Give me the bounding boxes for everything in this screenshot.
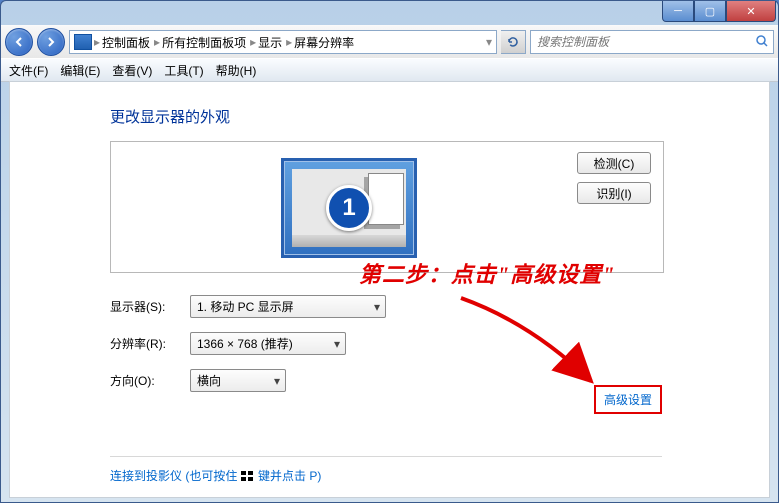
chevron-right-icon: ▸ (154, 35, 160, 49)
monitor-number-badge: 1 (326, 185, 372, 231)
chevron-right-icon: ▸ (94, 35, 100, 49)
window-thumbnail-icon (368, 173, 404, 225)
resolution-select[interactable]: 1366 × 768 (推荐) (190, 332, 346, 355)
detect-button[interactable]: 检测(C) (577, 152, 651, 174)
breadcrumb-item[interactable]: 控制面板 (102, 34, 150, 51)
arrow-right-icon (45, 36, 57, 48)
windows-logo-icon (241, 471, 255, 483)
divider (110, 456, 662, 457)
content-area: 更改显示器的外观 1 检测(C) 识别(I) 显示器(S): 1. 移动 PC … (9, 81, 770, 498)
search-box[interactable] (530, 30, 774, 54)
nav-back-button[interactable] (5, 28, 33, 56)
refresh-button[interactable] (501, 30, 526, 54)
display-label: 显示器(S): (110, 298, 190, 315)
breadcrumb-item[interactable]: 所有控制面板项 (162, 34, 246, 51)
minimize-button[interactable]: ─ (662, 1, 694, 22)
resolution-value: 1366 × 768 (推荐) (197, 335, 293, 352)
chevron-right-icon: ▸ (286, 35, 292, 49)
breadcrumb-item[interactable]: 显示 (258, 34, 282, 51)
window-titlebar: ─ ▢ ✕ (1, 1, 778, 25)
menu-tools[interactable]: 工具(T) (164, 62, 203, 79)
menu-view[interactable]: 查看(V) (112, 62, 152, 79)
search-icon[interactable] (755, 34, 769, 51)
zoom-text-link[interactable]: 放大或缩小文本和其他项目 (110, 496, 769, 498)
maximize-button[interactable]: ▢ (694, 1, 726, 22)
identify-button[interactable]: 识别(I) (577, 182, 651, 204)
advanced-settings-link[interactable]: 高级设置 (594, 385, 662, 414)
address-bar[interactable]: ▸ 控制面板▸ 所有控制面板项▸ 显示▸ 屏幕分辨率 ▾ (69, 30, 497, 54)
menu-edit[interactable]: 编辑(E) (60, 62, 100, 79)
menu-help[interactable]: 帮助(H) (216, 62, 257, 79)
menu-file[interactable]: 文件(F) (9, 62, 48, 79)
breadcrumb-item[interactable]: 屏幕分辨率 (294, 34, 354, 51)
chevron-down-icon[interactable]: ▾ (486, 35, 492, 49)
monitor-preview[interactable]: 1 (281, 158, 417, 258)
control-panel-icon (74, 34, 92, 50)
projector-link[interactable]: 连接到投影仪 (也可按住 键并点击 P) (110, 467, 769, 484)
orientation-label: 方向(O): (110, 372, 190, 389)
resolution-label: 分辨率(R): (110, 335, 190, 352)
display-preview-panel: 1 检测(C) 识别(I) (110, 141, 664, 273)
menu-bar: 文件(F) 编辑(E) 查看(V) 工具(T) 帮助(H) (1, 58, 778, 82)
display-select[interactable]: 1. 移动 PC 显示屏 (190, 295, 386, 318)
display-value: 1. 移动 PC 显示屏 (197, 298, 294, 315)
search-input[interactable] (535, 34, 755, 50)
arrow-left-icon (13, 36, 25, 48)
nav-forward-button[interactable] (37, 28, 65, 56)
page-title: 更改显示器的外观 (110, 106, 769, 127)
close-button[interactable]: ✕ (726, 1, 776, 22)
orientation-select[interactable]: 横向 (190, 369, 286, 392)
taskbar-thumbnail-icon (292, 235, 406, 247)
chevron-right-icon: ▸ (250, 35, 256, 49)
orientation-value: 横向 (197, 372, 221, 389)
refresh-icon (507, 36, 519, 48)
